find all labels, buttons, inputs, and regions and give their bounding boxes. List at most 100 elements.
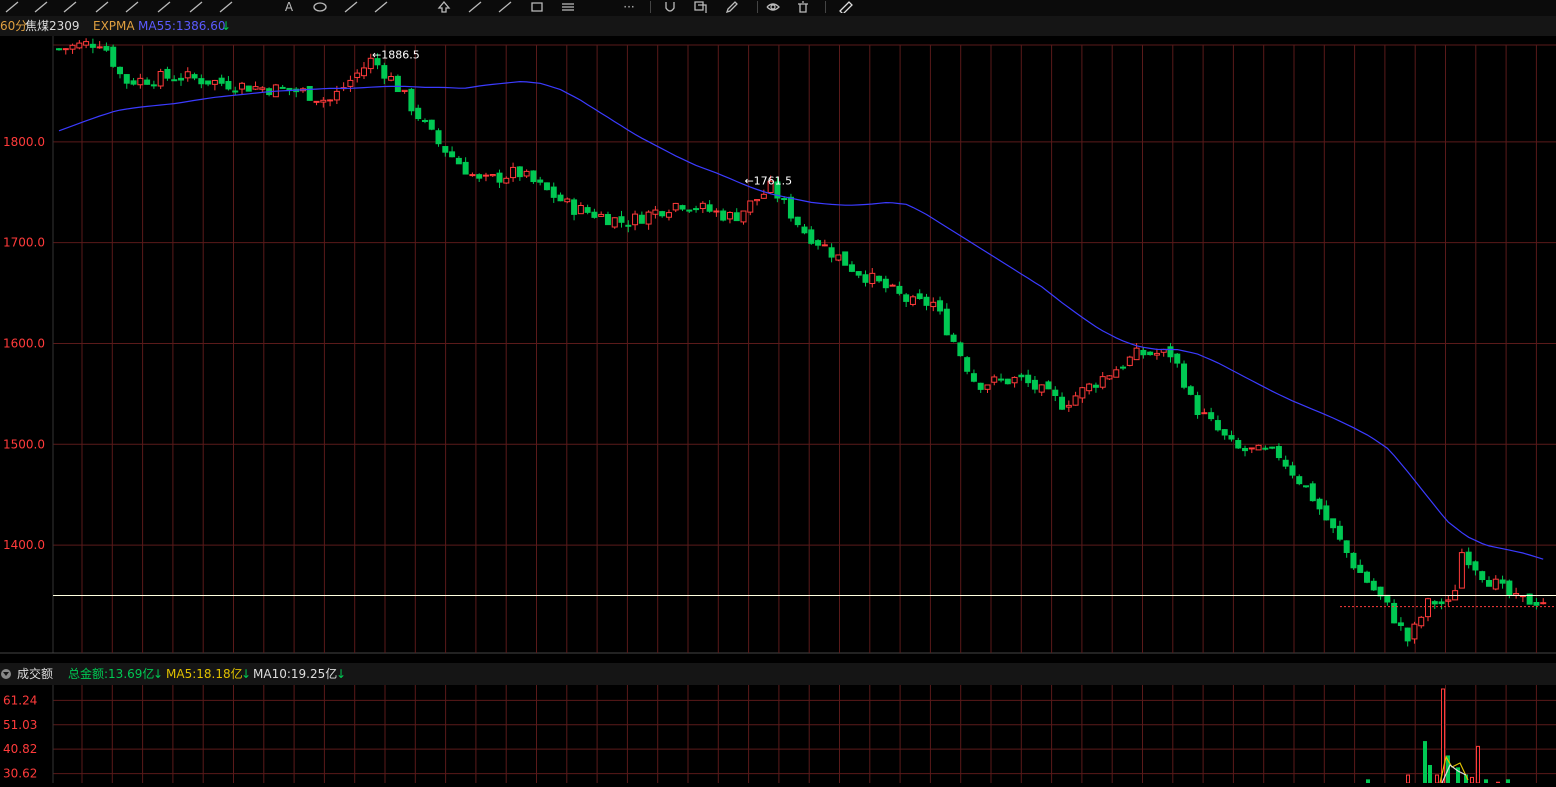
candle-body (306, 85, 313, 101)
candle-body (828, 247, 835, 258)
candle-body (896, 285, 903, 294)
price-chart-panel[interactable]: 1800.0 1700.0 1600.0 1500.0 1400.0 ←1886.5 ←17… (0, 36, 1556, 656)
candle-body (1513, 593, 1520, 596)
candle-body (1140, 349, 1147, 356)
candle-body (69, 44, 76, 50)
sliders-icon[interactable] (560, 0, 576, 14)
candle-body (923, 296, 930, 306)
candle-body (1194, 395, 1201, 415)
candle-body (1106, 375, 1113, 380)
copy-icon[interactable] (693, 0, 709, 14)
candle-body (476, 174, 483, 179)
candle-body (916, 293, 923, 300)
line-tool-icon[interactable] (4, 0, 20, 14)
text-tool-icon[interactable]: A (281, 0, 297, 14)
candle-body (1147, 351, 1154, 356)
candle-body (1370, 580, 1377, 591)
candle-body (1499, 579, 1506, 584)
candle-body (835, 254, 842, 261)
ruler-icon[interactable] (838, 0, 854, 14)
arrow-up-icon[interactable] (436, 0, 452, 14)
volume-bar (1470, 776, 1474, 784)
candle-body (652, 209, 659, 215)
candle-body (1086, 383, 1093, 392)
trash-icon[interactable] (795, 0, 811, 14)
candle-body (96, 46, 103, 49)
candle-body (571, 199, 578, 215)
candle-body (679, 205, 686, 210)
candle-body (421, 119, 428, 122)
candle-body (1099, 376, 1106, 388)
magnet-draw-icon[interactable] (373, 0, 389, 14)
candle-body (462, 161, 469, 175)
candle-body (1052, 389, 1059, 397)
candlestick-chart[interactable]: 1800.0 1700.0 1600.0 1500.0 1400.0 ←1886.5 ←17… (0, 36, 1556, 656)
arrow-marker-icon[interactable] (467, 0, 483, 14)
candle-body (401, 89, 408, 92)
period-label[interactable]: 60分 (0, 16, 27, 36)
measure-icon[interactable] (218, 0, 234, 14)
gann-fan-icon[interactable] (188, 0, 204, 14)
candle-body (808, 229, 815, 244)
candle-body (842, 251, 849, 266)
candle-body (957, 342, 964, 357)
magnet-icon[interactable] (662, 0, 678, 14)
eye-icon[interactable] (765, 0, 781, 14)
candle-body (1343, 540, 1350, 553)
candle-body (686, 209, 693, 212)
y-axis-tick-label: 1500.0 (3, 437, 45, 451)
candle-body (1431, 601, 1438, 605)
pitchfork-icon[interactable] (124, 0, 140, 14)
candle-body (232, 90, 239, 93)
more-icon[interactable]: ··· (621, 0, 637, 14)
candle-body (1079, 387, 1086, 399)
candle-body (245, 85, 252, 92)
candle-body (943, 308, 950, 336)
volume-panel-title[interactable]: 成交额 (17, 663, 53, 685)
candle-body (1445, 599, 1452, 602)
y-axis-tick-label: 1600.0 (3, 336, 45, 350)
candle-body (801, 226, 808, 234)
candle-body (1377, 586, 1384, 597)
candle-body (1479, 571, 1486, 581)
candle-body (116, 66, 123, 75)
candle-body (56, 48, 62, 51)
candle-body (1228, 435, 1235, 440)
candle-body (998, 378, 1005, 381)
drawing-toolbar: A ··· (0, 0, 1556, 16)
candle-body (225, 80, 232, 90)
candle-body (598, 213, 605, 217)
volume-chart[interactable]: 61.24 51.03 40.82 30.62 (0, 685, 1556, 784)
candle-body (1113, 369, 1120, 378)
candle-body (1506, 580, 1513, 596)
candle-body (144, 79, 151, 85)
ellipse-tool-icon[interactable] (312, 0, 328, 14)
candle-body (740, 210, 747, 223)
candle-body (889, 284, 896, 287)
rectangle-tool-icon[interactable] (529, 0, 545, 14)
candle-body (360, 67, 367, 77)
candle-body (177, 77, 184, 81)
panel-divider[interactable] (0, 656, 1556, 663)
cursor-mark-icon[interactable] (497, 0, 513, 14)
parallel-channel-icon[interactable] (94, 0, 110, 14)
pencil-icon[interactable] (724, 0, 740, 14)
curve-tool-icon[interactable] (62, 0, 78, 14)
candle-body (794, 216, 801, 226)
candle-body (787, 196, 794, 219)
ray-tool-icon[interactable] (33, 0, 49, 14)
wave-tool-icon[interactable] (343, 0, 359, 14)
symbol-label[interactable]: 焦煤2309 (25, 16, 80, 36)
indicator-name[interactable]: EXPMA (93, 16, 135, 36)
y-axis-tick-label: 1700.0 (3, 236, 45, 250)
fibonacci-icon[interactable] (156, 0, 172, 14)
candle-body (1235, 440, 1242, 449)
candle-body (191, 74, 198, 79)
total-down-arrow-icon: ↓ (153, 667, 164, 681)
candle-body (848, 264, 855, 272)
volume-chart-panel[interactable]: 61.24 51.03 40.82 30.62 (0, 685, 1556, 784)
ma55-down-arrow-icon: ↓ (221, 19, 232, 33)
candle-body (103, 46, 110, 51)
candle-body (1458, 552, 1465, 589)
toolbar-separator (757, 1, 758, 13)
